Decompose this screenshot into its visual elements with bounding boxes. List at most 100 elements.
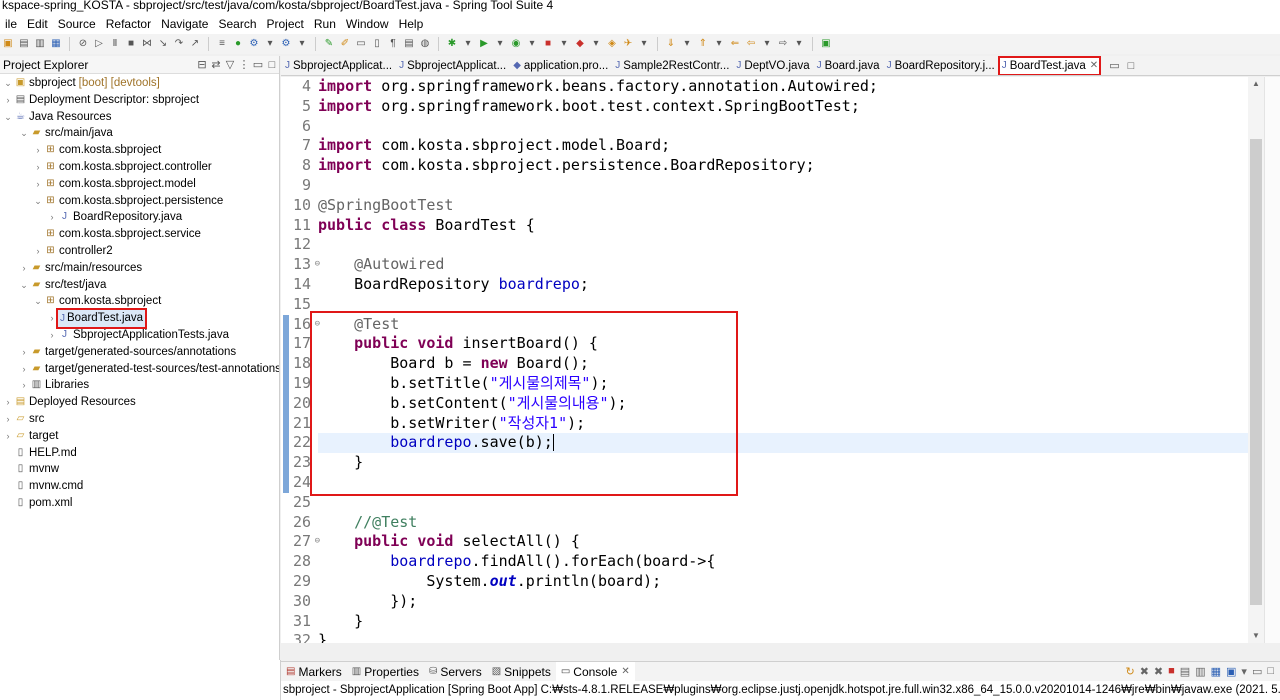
new-icon[interactable]: ▣ (2, 38, 14, 50)
dropdown-icon[interactable]: ▾ (526, 38, 538, 50)
menu-project[interactable]: Project (262, 17, 309, 31)
tree-item[interactable]: › ▤ Deployment Descriptor: sbproject (0, 92, 279, 109)
overview-ruler[interactable] (1264, 77, 1280, 643)
code-line-10[interactable]: @SpringBootTest (318, 196, 1248, 216)
editor-tab[interactable]: J SbprojectApplicat... (281, 56, 395, 75)
disconnect-icon[interactable]: ⋈ (141, 38, 153, 50)
next-annotation-icon[interactable]: ⇓ (665, 38, 677, 50)
menu-refactor[interactable]: Refactor (101, 17, 156, 31)
tab-console[interactable]: ▭ Console ✕ (555, 661, 635, 682)
expanded-chevron-icon[interactable]: ⌄ (18, 125, 30, 142)
collapsed-chevron-icon[interactable]: › (32, 159, 44, 176)
collapsed-chevron-icon[interactable]: › (2, 394, 14, 411)
tree-item[interactable]: › ▰ src/main/resources (0, 260, 279, 277)
code-line-5[interactable]: import org.springframework.boot.test.con… (318, 97, 1248, 117)
open-console-icon[interactable]: ▾ (1241, 665, 1247, 678)
code-line-26[interactable]: //@Test (318, 513, 1248, 533)
code-line-29[interactable]: System.out.println(board); (318, 572, 1248, 592)
code-line-14[interactable]: BoardRepository boardrepo; (318, 275, 1248, 295)
code-line-13[interactable]: @Autowired (318, 255, 1248, 275)
pin-icon[interactable]: ✎ (323, 38, 335, 50)
dropdown-icon[interactable]: ▾ (638, 38, 650, 50)
terminal-icon[interactable]: ▦ (50, 38, 62, 50)
code-line-25[interactable] (318, 493, 1248, 513)
code-line-18[interactable]: Board b = new Board(); (318, 354, 1248, 374)
remove-all-icon[interactable]: ✖ (1154, 665, 1163, 678)
code-line-21[interactable]: b.setWriter("작성자1"); (318, 414, 1248, 434)
collapsed-chevron-icon[interactable]: › (2, 428, 14, 445)
code-line-32[interactable]: } (318, 631, 1248, 643)
scroll-up-icon[interactable]: ▲ (1248, 77, 1264, 91)
collapsed-chevron-icon[interactable]: › (2, 92, 14, 109)
editor-tab[interactable]: J SbprojectApplicat... (395, 56, 509, 75)
tab-markers[interactable]: ▤ Markers (281, 662, 347, 682)
collapsed-chevron-icon[interactable]: › (18, 361, 30, 378)
coverage-icon[interactable]: ◉ (510, 38, 522, 50)
menu-run[interactable]: Run (309, 17, 341, 31)
suspend-icon[interactable]: Ⅱ (109, 38, 121, 50)
step-over-icon[interactable]: ↷ (173, 38, 185, 50)
maximize-icon[interactable]: □ (265, 59, 279, 71)
scroll-down-icon[interactable]: ▼ (1248, 629, 1264, 643)
code-line-4[interactable]: import org.springframework.beans.factory… (318, 77, 1248, 97)
tree-item[interactable]: ⌄ ☕ Java Resources (0, 109, 279, 126)
highlight-icon[interactable]: ✐ (339, 38, 351, 50)
expanded-chevron-icon[interactable]: ⌄ (18, 277, 30, 294)
minimize-icon[interactable]: ▭ (1109, 59, 1119, 72)
display-console-icon[interactable]: ▣ (1226, 665, 1236, 678)
toggle-icon[interactable]: ≡ (216, 38, 228, 50)
collapsed-chevron-icon[interactable]: › (18, 260, 30, 277)
last-edit-icon[interactable]: ⇐ (729, 38, 741, 50)
menu-edit[interactable]: Edit (22, 17, 53, 31)
tree-item[interactable]: ⌄ ⊞ com.kosta.sbproject.persistence (0, 193, 279, 210)
tree-item[interactable]: ⊞ com.kosta.sbproject.service (0, 226, 279, 243)
save-all-icon[interactable]: ▥ (34, 38, 46, 50)
skip-breakpoints-icon[interactable]: ⊘ (77, 38, 89, 50)
code-line-31[interactable]: } (318, 612, 1248, 632)
collapsed-chevron-icon[interactable]: › (46, 209, 58, 226)
globe-icon[interactable]: ◍ (419, 38, 431, 50)
editor-tab[interactable]: J DeptVO.java (732, 56, 812, 75)
relaunch-icon[interactable]: ↻ (1125, 665, 1134, 678)
link-editor-icon[interactable]: ⇄ (209, 58, 223, 71)
tree-item[interactable]: › ⊞ com.kosta.sbproject (0, 142, 279, 159)
expanded-chevron-icon[interactable]: ⌄ (32, 293, 44, 310)
code-line-6[interactable] (318, 117, 1248, 137)
code-line-16[interactable]: @Test (318, 315, 1248, 335)
prev-annotation-icon[interactable]: ⇑ (697, 38, 709, 50)
menu-help[interactable]: Help (394, 17, 429, 31)
whitespace-icon[interactable]: ¶ (387, 38, 399, 50)
code-line-17[interactable]: public void insertBoard() { (318, 334, 1248, 354)
code-line-20[interactable]: b.setContent("게시물의내용"); (318, 394, 1248, 414)
collapsed-chevron-icon[interactable]: › (18, 377, 30, 394)
tree-item[interactable]: › ▤ Deployed Resources (0, 394, 279, 411)
open-task-icon[interactable]: ✈ (622, 38, 634, 50)
code-line-7[interactable]: import com.kosta.sbproject.model.Board; (318, 136, 1248, 156)
tree-item[interactable]: › ▱ target (0, 428, 279, 445)
tree-item[interactable]: › ⊞ com.kosta.sbproject.controller (0, 159, 279, 176)
clear-console-icon[interactable]: ▤ (1180, 665, 1190, 678)
terminate-icon[interactable]: ■ (1168, 665, 1175, 678)
dropdown-icon[interactable]: ▾ (681, 38, 693, 50)
expanded-chevron-icon[interactable]: ⌄ (32, 193, 44, 210)
stop-icon[interactable]: ■ (542, 38, 554, 50)
open-type-icon[interactable]: ◈ (606, 38, 618, 50)
tree-item[interactable]: ⌄ ▰ src/main/java (0, 125, 279, 142)
scroll-lock-icon[interactable]: ▥ (1195, 665, 1205, 678)
tree-item[interactable]: ▯ HELP.md (0, 445, 279, 462)
pin-editor-icon[interactable]: ▣ (820, 38, 832, 50)
expanded-chevron-icon[interactable]: ⌄ (2, 109, 14, 126)
code-line-22-current[interactable]: boardrepo.save(b); (318, 433, 1248, 454)
dropdown-icon[interactable]: ▾ (793, 38, 805, 50)
minimize-icon[interactable]: ▭ (251, 58, 265, 71)
editor-tab-active[interactable]: J BoardTest.java ✕ (997, 56, 1102, 75)
tree-item[interactable]: › J SbprojectApplicationTests.java (0, 327, 279, 344)
code-line-12[interactable] (318, 235, 1248, 255)
collapsed-chevron-icon[interactable]: › (18, 344, 30, 361)
tree-item[interactable]: › ⊞ com.kosta.sbproject.model (0, 176, 279, 193)
collapse-all-icon[interactable]: ⊟ (195, 58, 209, 71)
new-spring-project-icon[interactable]: ⚙ (248, 38, 260, 50)
code-line-27[interactable]: public void selectAll() { (318, 532, 1248, 552)
menu-file[interactable]: ile (0, 17, 22, 31)
tab-properties[interactable]: ▥ Properties (347, 662, 424, 682)
